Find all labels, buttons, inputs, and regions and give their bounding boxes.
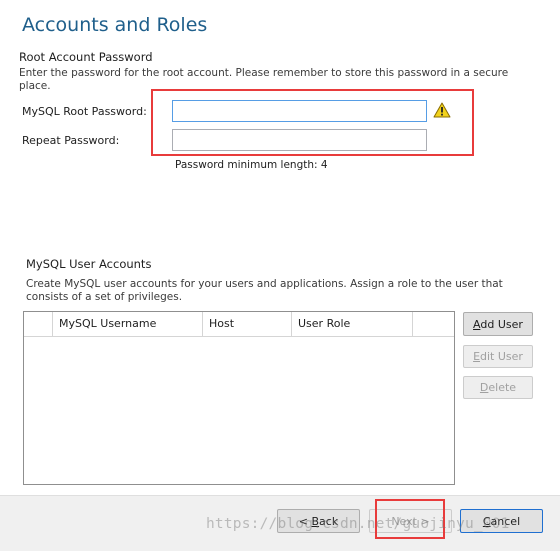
root-password-label: MySQL Root Password: xyxy=(22,105,147,118)
user-accounts-table[interactable]: MySQL Username Host User Role xyxy=(23,311,455,485)
column-header-username[interactable]: MySQL Username xyxy=(53,312,203,336)
delete-user-button[interactable]: Delete xyxy=(463,376,533,399)
column-header-role[interactable]: User Role xyxy=(292,312,413,336)
row-selector-column xyxy=(24,312,53,336)
password-length-hint: Password minimum length: 4 xyxy=(175,159,328,171)
edit-user-button[interactable]: Edit User xyxy=(463,345,533,368)
highlight-box-password xyxy=(151,89,474,156)
add-user-button[interactable]: Add User xyxy=(463,312,533,336)
column-header-host[interactable]: Host xyxy=(203,312,292,336)
user-accounts-section-title: MySQL User Accounts xyxy=(26,257,152,271)
user-accounts-description: Create MySQL user accounts for your user… xyxy=(26,278,503,303)
root-account-section-title: Root Account Password xyxy=(19,50,153,64)
page-title: Accounts and Roles xyxy=(22,14,208,36)
repeat-password-label: Repeat Password: xyxy=(22,134,120,147)
watermark: https://blog.csdn.net/guojinyu_001 xyxy=(206,516,510,532)
table-header: MySQL Username Host User Role xyxy=(24,312,454,337)
